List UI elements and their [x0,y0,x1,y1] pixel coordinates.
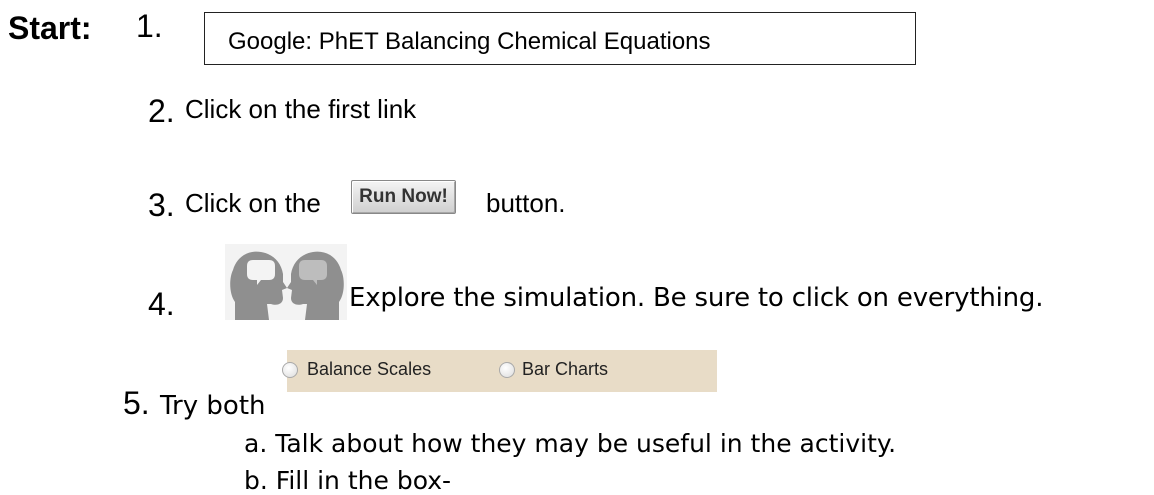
step-3-number: 3. [148,187,175,223]
step-3-text-after: button. [486,188,566,218]
step-5-sub-item-b: b. Fill in the box- [244,466,452,495]
step-2-number: 2. [148,93,175,129]
two-heads-talking-icon [225,244,347,320]
step-5-text-before: Try both [160,391,266,421]
run-now-button[interactable]: Run Now! [351,180,456,214]
step-4-text: Explore the simulation. Be sure to click… [349,283,1044,313]
google-search-text: Google: PhET Balancing Chemical Equation… [228,28,711,55]
step-4-number: 4. [148,286,175,322]
step-5-sub-item-a: a. Talk about how they may be useful in … [244,429,897,458]
start-label: Start: [8,10,92,46]
step-3-text-before: Click on the [185,188,321,218]
balance-scales-radio[interactable] [282,362,298,378]
step-5-number: 5. [123,385,150,421]
view-options-panel: Balance Scales Bar Charts [282,350,717,392]
bar-charts-label: Bar Charts [522,359,609,379]
step-1-number: 1. [136,8,163,44]
balance-scales-label: Balance Scales [307,359,432,379]
step-2-text: Click on the first link [185,94,417,124]
bar-charts-radio[interactable] [499,362,515,378]
